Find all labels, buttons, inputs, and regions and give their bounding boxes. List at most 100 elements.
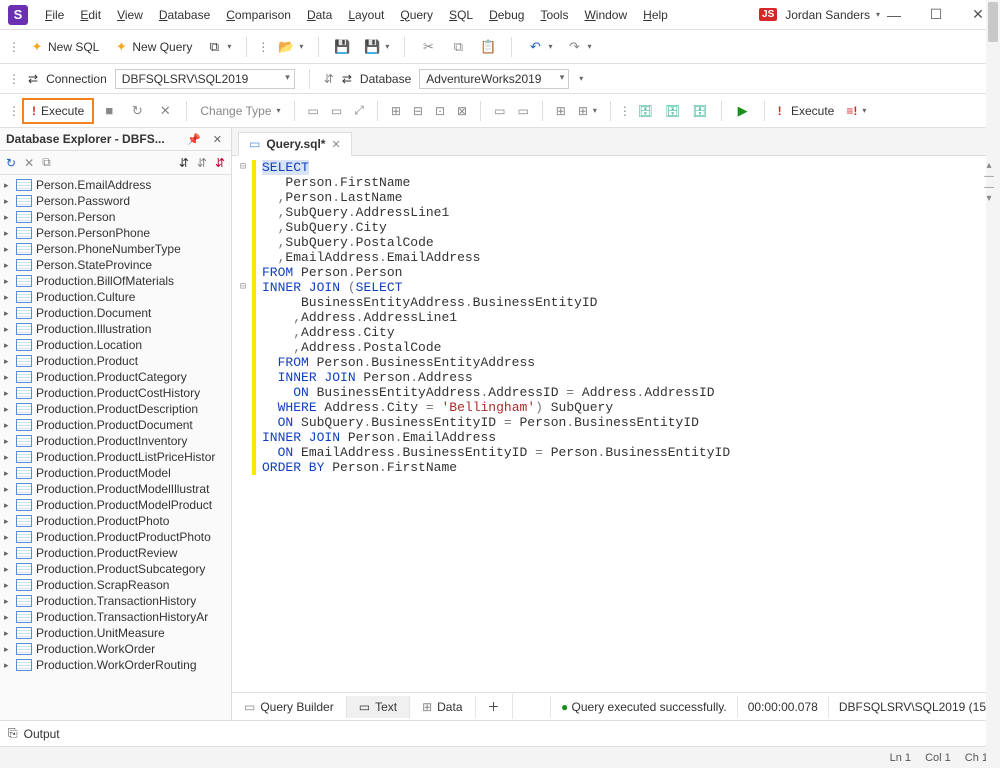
menu-tools[interactable]: Tools: [533, 4, 575, 26]
table-row[interactable]: ▸Production.ProductModel: [0, 465, 231, 481]
menu-layout[interactable]: Layout: [341, 4, 391, 26]
table-row[interactable]: ▸Production.TransactionHistory: [0, 593, 231, 609]
undo-button[interactable]: ↶▾: [522, 36, 557, 58]
query-builder-tab[interactable]: ▭Query Builder: [232, 696, 347, 718]
db-icon[interactable]: ⇵: [324, 72, 334, 86]
table-row[interactable]: ▸Production.ProductDocument: [0, 417, 231, 433]
save-button[interactable]: 💾: [329, 36, 355, 58]
menu-file[interactable]: File: [38, 4, 71, 26]
user-name[interactable]: Jordan Sanders: [785, 8, 870, 22]
run-button[interactable]: ▶: [730, 100, 756, 122]
filter-icon-3[interactable]: ⇵: [215, 156, 225, 170]
table-row[interactable]: ▸Production.WorkOrder: [0, 641, 231, 657]
table-row[interactable]: ▸Production.ProductCostHistory: [0, 385, 231, 401]
menu-database[interactable]: Database: [152, 4, 217, 26]
tool-icon-4[interactable]: ⊞: [386, 101, 406, 121]
table-row[interactable]: ▸Person.PhoneNumberType: [0, 241, 231, 257]
output-label[interactable]: Output: [24, 727, 60, 741]
pin-icon[interactable]: 📌: [184, 133, 204, 146]
table-row[interactable]: ▸Person.Person: [0, 209, 231, 225]
tool-icon-2[interactable]: ▭: [326, 101, 347, 121]
refresh-button[interactable]: ↻: [124, 100, 150, 122]
cut-button[interactable]: ✂: [415, 36, 441, 58]
table-row[interactable]: ▸Production.ProductListPriceHistor: [0, 449, 231, 465]
tool-icon-8[interactable]: ▭: [489, 101, 510, 121]
new-sql-button[interactable]: ✦New SQL: [24, 36, 104, 58]
paste-button[interactable]: 📋: [475, 36, 501, 58]
copy-button[interactable]: ⧉: [445, 36, 471, 58]
menu-comparison[interactable]: Comparison: [219, 4, 298, 26]
table-row[interactable]: ▸Production.ProductPhoto: [0, 513, 231, 529]
table-row[interactable]: ▸Production.Product: [0, 353, 231, 369]
plug-icon[interactable]: ⇄: [28, 72, 38, 86]
table-row[interactable]: ▸Person.EmailAddress: [0, 177, 231, 193]
change-type-button[interactable]: Change Type▾: [195, 101, 285, 121]
table-row[interactable]: ▸Person.StateProvince: [0, 257, 231, 273]
db-action-1[interactable]: 🗄: [633, 101, 658, 121]
table-row[interactable]: ▸Production.ProductModelIllustrat: [0, 481, 231, 497]
tool-icon-11[interactable]: ⊞▾: [573, 101, 602, 121]
refresh-explorer-icon[interactable]: ↻: [6, 156, 16, 170]
tool-icon-1[interactable]: ▭: [303, 101, 324, 121]
open-button[interactable]: 📂▾: [273, 36, 308, 58]
copy-icon[interactable]: ⧉: [42, 155, 51, 170]
sql-editor[interactable]: ⊟SELECT Person.FirstName ,Person.LastNam…: [232, 156, 1000, 479]
maximize-button[interactable]: ☐: [922, 6, 950, 23]
menu-window[interactable]: Window: [577, 4, 634, 26]
table-row[interactable]: ▸Production.ProductInventory: [0, 433, 231, 449]
output-icon[interactable]: ⎘: [8, 726, 18, 741]
menu-edit[interactable]: Edit: [73, 4, 108, 26]
table-row[interactable]: ▸Production.ProductSubcategory: [0, 561, 231, 577]
table-row[interactable]: ▸Person.PersonPhone: [0, 225, 231, 241]
database-combo[interactable]: AdventureWorks2019: [419, 69, 569, 89]
table-row[interactable]: ▸Production.Location: [0, 337, 231, 353]
redo-button[interactable]: ↷▾: [561, 36, 596, 58]
table-row[interactable]: ▸Production.TransactionHistoryAr: [0, 609, 231, 625]
db-action-2[interactable]: 🗄: [660, 101, 685, 121]
stop-button[interactable]: ■: [96, 100, 122, 122]
toolbar-icon[interactable]: ⧉▾: [201, 36, 236, 58]
menu-help[interactable]: Help: [636, 4, 675, 26]
table-row[interactable]: ▸Production.ScrapReason: [0, 577, 231, 593]
delete-icon[interactable]: ✕: [24, 156, 34, 170]
table-row[interactable]: ▸Production.ProductModelProduct: [0, 497, 231, 513]
menu-data[interactable]: Data: [300, 4, 339, 26]
tool-icon-6[interactable]: ⊡: [430, 101, 450, 121]
explorer-tree[interactable]: ▸Person.EmailAddress▸Person.Password▸Per…: [0, 175, 231, 720]
table-row[interactable]: ▸Production.WorkOrderRouting: [0, 657, 231, 673]
explorer-close-icon[interactable]: ✕: [210, 133, 225, 146]
table-row[interactable]: ▸Production.BillOfMaterials: [0, 273, 231, 289]
db-action-3[interactable]: 🗄: [687, 101, 712, 121]
execute-button[interactable]: !Execute: [22, 98, 94, 124]
cancel-button[interactable]: ✕: [152, 100, 178, 122]
tab-close-icon[interactable]: ✕: [331, 138, 340, 151]
filter-icon-2[interactable]: ⇵: [197, 156, 207, 170]
menu-debug[interactable]: Debug: [482, 4, 531, 26]
menu-query[interactable]: Query: [393, 4, 440, 26]
table-row[interactable]: ▸Production.ProductProductPhoto: [0, 529, 231, 545]
table-row[interactable]: ▸Production.Document: [0, 305, 231, 321]
tab-query[interactable]: ▭ Query.sql* ✕: [238, 132, 352, 156]
table-row[interactable]: ▸Production.Culture: [0, 289, 231, 305]
text-tab[interactable]: ▭Text: [347, 696, 410, 718]
table-row[interactable]: ▸Production.ProductDescription: [0, 401, 231, 417]
tool-icon-3[interactable]: ⤢: [349, 100, 369, 121]
execute-options[interactable]: ≡!▾: [841, 101, 871, 121]
execute-button-2[interactable]: ! Execute: [773, 101, 840, 121]
db-switch-icon[interactable]: ⇄: [342, 72, 352, 86]
connection-combo[interactable]: DBFSQLSRV\SQL2019: [115, 69, 295, 89]
table-row[interactable]: ▸Production.ProductReview: [0, 545, 231, 561]
tool-icon-5[interactable]: ⊟: [408, 101, 428, 121]
minimize-button[interactable]: —: [880, 7, 908, 23]
tool-icon-7[interactable]: ⊠: [452, 101, 472, 121]
table-row[interactable]: ▸Production.UnitMeasure: [0, 625, 231, 641]
tool-icon-10[interactable]: ⊞: [551, 101, 571, 121]
table-row[interactable]: ▸Production.ProductCategory: [0, 369, 231, 385]
new-query-button[interactable]: ✦New Query: [108, 36, 197, 58]
add-tab-button[interactable]: ＋: [476, 694, 513, 719]
data-tab[interactable]: ⊞Data: [410, 696, 475, 718]
menu-view[interactable]: View: [110, 4, 150, 26]
table-row[interactable]: ▸Production.Illustration: [0, 321, 231, 337]
filter-icon-1[interactable]: ⇵: [179, 156, 189, 170]
tool-icon-9[interactable]: ▭: [512, 101, 533, 121]
